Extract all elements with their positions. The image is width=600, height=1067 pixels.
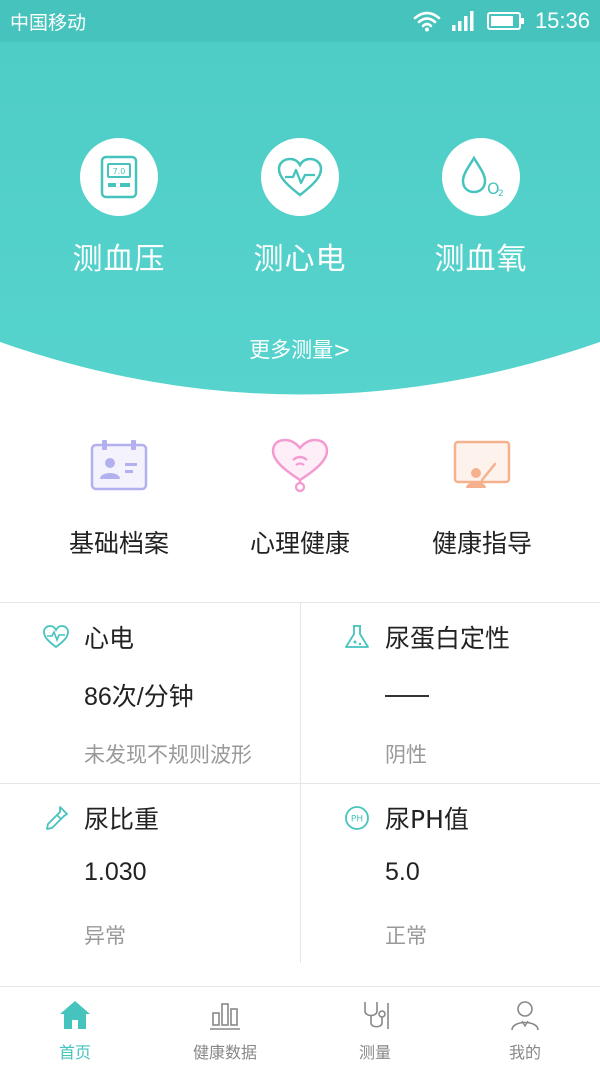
more-measurements-link[interactable]: 更多测量> — [0, 334, 600, 364]
quick-link-psych[interactable]: 心理健康 — [200, 430, 400, 560]
status-icons: 15:36 — [413, 6, 590, 36]
metric-title: 尿PH值 — [385, 805, 469, 834]
bottom-tab-bar: 首页 健康数据 测量 我的 — [0, 986, 600, 1067]
metric-value: 5.0 — [385, 858, 420, 886]
quick-link-label: 基础档案 — [68, 529, 169, 558]
blood-pressure-monitor-icon: 7.0 — [80, 138, 158, 216]
metric-value: 1.030 — [84, 858, 147, 886]
heart-ecg-icon — [261, 138, 339, 216]
tab-label: 我的 — [508, 1043, 541, 1062]
quick-link-label: 健康指导 — [431, 529, 532, 558]
measure-blood-oxygen[interactable]: O 2 测血氧 — [401, 138, 561, 278]
quick-link-label: 心理健康 — [249, 529, 350, 558]
measure-label: 测心电 — [253, 242, 347, 277]
profile-card-icon — [84, 430, 154, 500]
ph-icon: PH — [345, 806, 369, 830]
svg-text:PH: PH — [351, 815, 363, 825]
home-icon — [57, 997, 93, 1033]
battery-icon — [486, 12, 524, 30]
measure-blood-pressure[interactable]: 7.0 测血压 — [39, 138, 199, 278]
tab-label: 测量 — [358, 1043, 391, 1062]
metric-status: 异常 — [84, 924, 126, 948]
bar-chart-icon — [207, 997, 243, 1033]
tab-label: 首页 — [58, 1043, 91, 1062]
metric-value: 86次/分钟 — [84, 683, 194, 711]
carrier-name: 中国移动 — [10, 12, 87, 34]
flask-icon — [345, 625, 369, 648]
measure-label: 测血氧 — [434, 242, 528, 277]
tab-label: 健康数据 — [192, 1043, 257, 1062]
svg-text:7.0: 7.0 — [113, 167, 126, 176]
quick-link-profile[interactable]: 基础档案 — [19, 430, 219, 560]
tab-measure[interactable]: 测量 — [300, 997, 450, 1063]
tab-home[interactable]: 首页 — [0, 997, 150, 1063]
heart-ecg-small-icon — [43, 625, 69, 649]
status-bar: 中国移动 15:36 — [0, 0, 600, 42]
quick-links: 基础档案 心理健康 健康指导 — [0, 430, 600, 580]
signal-icon — [451, 11, 474, 31]
doctor-user-icon — [507, 997, 543, 1033]
blood-oxygen-drop-icon: O 2 — [442, 138, 520, 216]
metric-status: 正常 — [385, 924, 427, 948]
metric-title: 尿蛋白定性 — [385, 624, 511, 653]
dropper-icon — [46, 806, 68, 830]
metric-urine-ph[interactable]: PH 尿PH值 5.0 正常 — [300, 783, 600, 963]
stethoscope-icon — [357, 997, 393, 1033]
measure-header: 7.0 测血压 测心电 O 2 测血氧 更多测量> — [0, 42, 600, 420]
svg-text:2: 2 — [498, 189, 504, 199]
quick-link-guidance[interactable]: 健康指导 — [382, 430, 582, 560]
metric-title: 心电 — [84, 624, 135, 653]
tab-mine[interactable]: 我的 — [450, 997, 600, 1063]
metric-value: —— — [385, 677, 435, 706]
metric-ecg[interactable]: 心电 86次/分钟 未发现不规则波形 — [0, 603, 300, 783]
clock: 15:36 — [534, 8, 590, 33]
measure-label: 测血压 — [72, 242, 166, 277]
metric-title: 尿比重 — [84, 805, 160, 834]
psych-heart-stethoscope-icon — [265, 430, 335, 500]
metric-status: 阴性 — [385, 743, 427, 767]
metrics-grid: 心电 86次/分钟 未发现不规则波形 尿蛋白定性 —— 阴性 尿比重 1.030… — [0, 602, 600, 963]
measure-ecg[interactable]: 测心电 — [220, 138, 380, 278]
teacher-board-icon — [447, 430, 517, 500]
metric-urine-protein[interactable]: 尿蛋白定性 —— 阴性 — [300, 603, 600, 783]
value-dash — [385, 695, 429, 697]
wifi-icon — [413, 11, 441, 32]
metric-urine-gravity[interactable]: 尿比重 1.030 异常 — [0, 783, 300, 963]
tab-health-data[interactable]: 健康数据 — [150, 997, 300, 1063]
metric-status: 未发现不规则波形 — [84, 743, 252, 767]
